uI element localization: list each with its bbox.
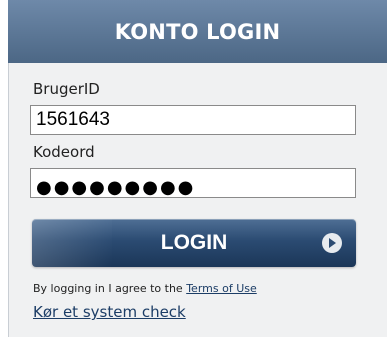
login-button[interactable]: LOGIN: [32, 219, 356, 267]
userid-label: BrugerID: [33, 80, 100, 98]
terms-agreement: By logging in I agree to the Terms of Us…: [33, 282, 257, 295]
password-field[interactable]: [30, 168, 356, 198]
agree-text: By logging in I agree to the: [33, 282, 183, 295]
login-header: KONTO LOGIN: [8, 0, 387, 63]
password-label: Kodeord: [33, 143, 95, 161]
terms-of-use-link[interactable]: Terms of Use: [186, 282, 257, 295]
button-shine: [32, 219, 112, 267]
login-title: KONTO LOGIN: [114, 19, 281, 44]
system-check-link[interactable]: Kør et system check: [33, 303, 186, 321]
userid-field[interactable]: [30, 105, 356, 135]
arrow-right-icon: [322, 233, 342, 253]
login-button-label: LOGIN: [160, 231, 228, 254]
